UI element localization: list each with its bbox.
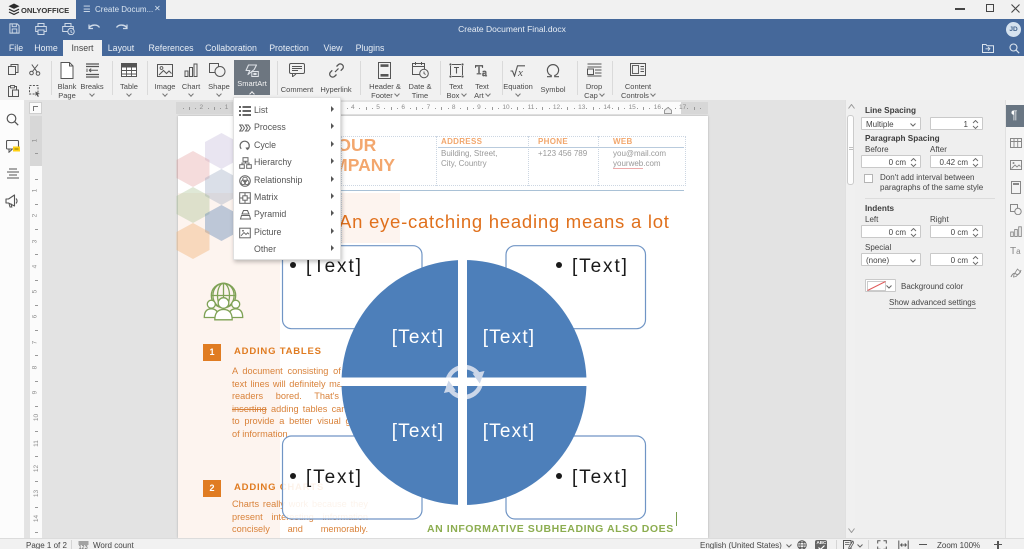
svg-text:123: 123 — [79, 545, 88, 549]
svg-text:[Text]: [Text] — [483, 421, 536, 442]
svg-text:[Text]: [Text] — [392, 421, 445, 442]
svg-text:[Text]: [Text] — [572, 467, 629, 488]
svg-text:x: x — [517, 67, 523, 77]
svg-text:a: a — [482, 67, 487, 78]
svg-text:[Text]: [Text] — [483, 327, 536, 348]
svg-text:[Text]: [Text] — [392, 327, 445, 348]
svg-text:[Text]: [Text] — [572, 256, 629, 277]
svg-text:[Text]: [Text] — [306, 467, 363, 488]
